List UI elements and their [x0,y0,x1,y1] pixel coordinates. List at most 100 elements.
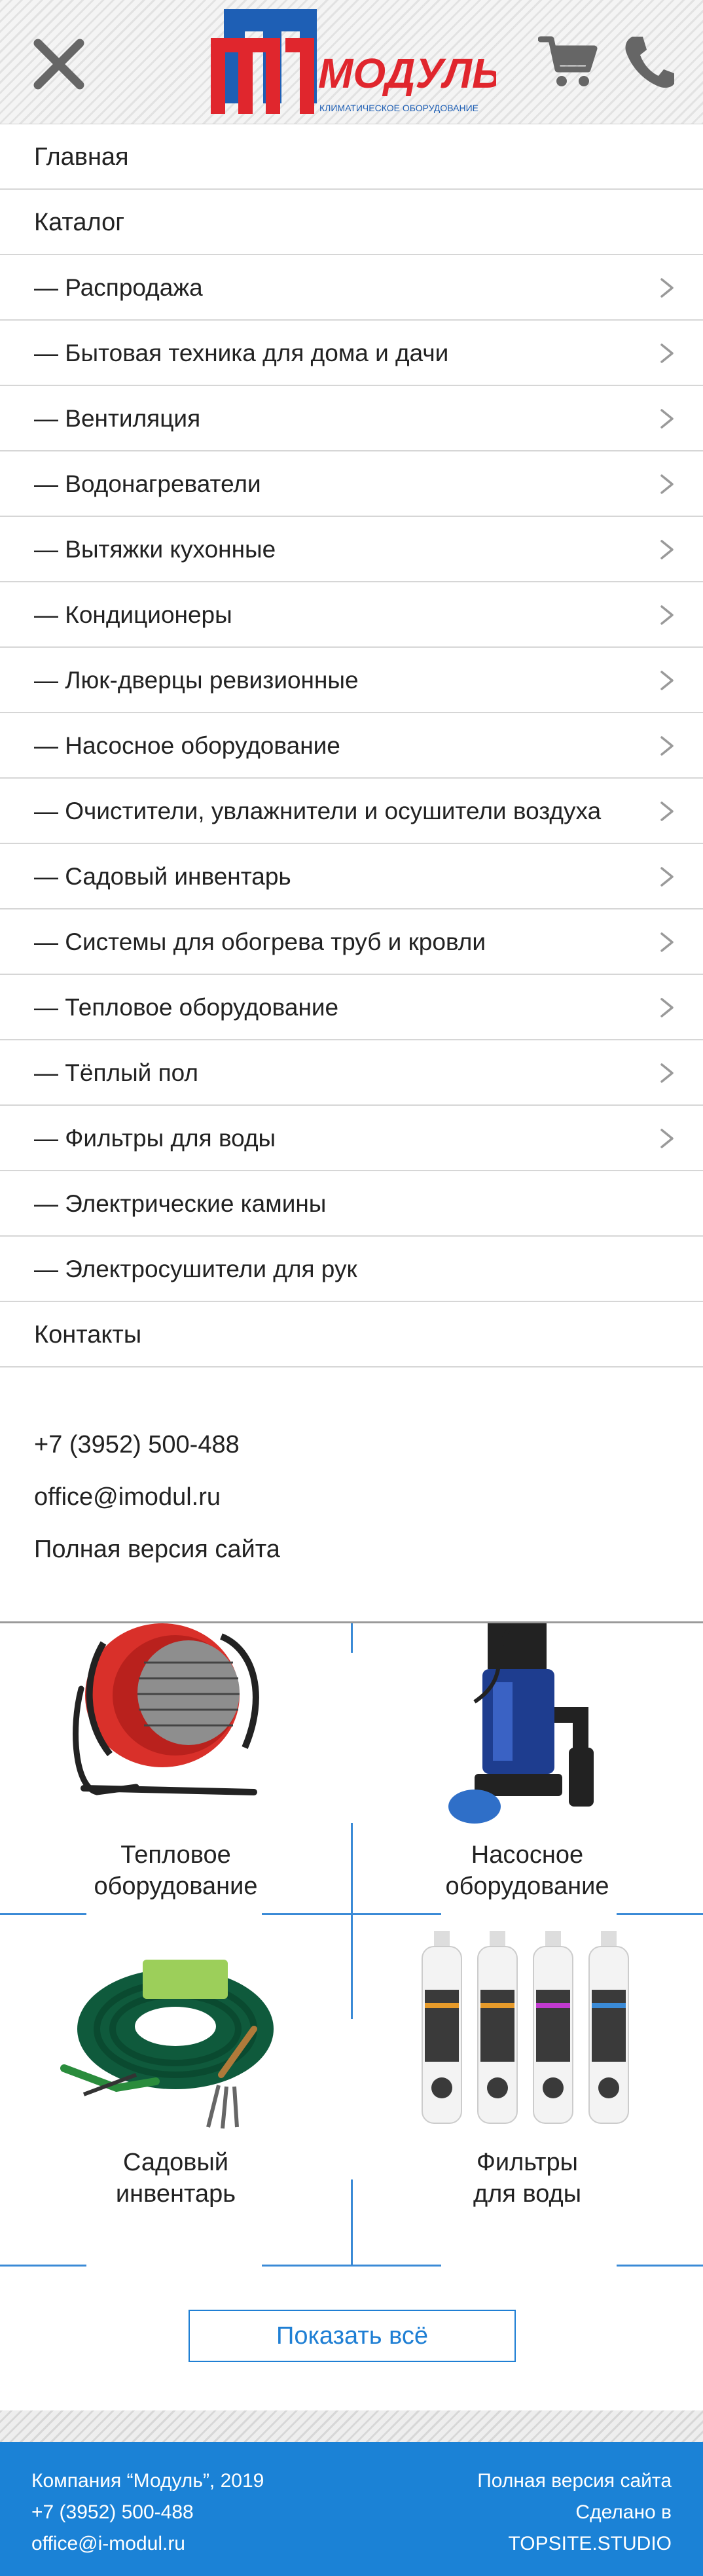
menu-item-category[interactable]: — Люк-дверцы ревизионные [0,648,703,713]
grid-divider [351,1823,353,2019]
menu-item-category[interactable]: — Электросушители для рук [0,1237,703,1302]
chevron-right-icon[interactable] [658,997,676,1018]
menu-item-label: — Люк-дверцы ревизионные [34,667,359,694]
footer-full-version-link[interactable]: Полная версия сайта [477,2465,672,2497]
cart-button[interactable] [537,34,598,89]
grid-divider [262,2265,441,2267]
chevron-right-icon[interactable] [658,735,676,756]
chevron-right-icon[interactable] [658,932,676,953]
menu-item-label: — Бытовая техника для дома и дачи [34,340,449,366]
chevron-right-icon[interactable] [658,343,676,364]
footer-studio-link[interactable]: TOPSITE.STUDIO [477,2528,672,2560]
chevron-right-icon[interactable] [658,866,676,887]
menu-item-label: — Вентиляция [34,405,201,432]
footer-email-link[interactable]: office@i-modul.ru [31,2528,264,2560]
menu-item-category[interactable]: — Очистители, увлажнители и осушители во… [0,779,703,844]
menu-item-category[interactable]: — Насосное оборудование [0,713,703,779]
menu-item-label: — Тепловое оборудование [34,994,339,1021]
contact-phone-link[interactable]: +7 (3952) 500-488 [34,1419,662,1471]
category-title: Насосное оборудование [445,1841,609,1900]
menu-item-category[interactable]: — Тепловое оборудование [0,975,703,1040]
chevron-right-icon[interactable] [658,605,676,626]
footer-stripe [0,2410,703,2442]
footer-copyright: Компания “Модуль”, 2019 [31,2470,264,2492]
heat-gun-image [73,1623,259,1795]
menu-item-label: Контакты [34,1321,142,1349]
menu-item-contacts[interactable]: Контакты [0,1302,703,1367]
menu-item-category[interactable]: — Электрические камины [0,1171,703,1237]
footer-made-in: Сделано в [575,2501,672,2523]
menu-item-category[interactable]: — Распродажа [0,255,703,321]
menu-item-category[interactable]: — Садовый инвентарь [0,844,703,909]
menu-item-home[interactable]: Главная [0,124,703,190]
menu-item-label: — Системы для обогрева труб и кровли [34,928,486,955]
menu-item-category[interactable]: — Фильтры для воды [0,1106,703,1171]
chevron-right-icon[interactable] [658,1128,676,1149]
menu-item-category[interactable]: — Бытовая техника для дома и дачи [0,321,703,386]
chevron-right-icon[interactable] [658,1063,676,1084]
menu-item-label: — Насосное оборудование [34,732,340,759]
grid-divider [262,1913,441,1915]
menu-item-label: — Вытяжки кухонные [34,536,276,563]
phone-button[interactable] [623,34,676,89]
water-filter-image [422,1931,629,2124]
menu-item-label: — Садовый инвентарь [34,863,291,890]
chevron-right-icon[interactable] [658,474,676,495]
category-title: Садовый инвентарь [115,2149,236,2208]
chevron-right-icon[interactable] [658,539,676,560]
main-menu: Главная Каталог — Распродажа — Бытовая те… [0,124,703,1367]
category-card-heat[interactable]: Тепловое оборудование [0,1623,352,1977]
category-title: Фильтры для воды [473,2149,582,2208]
water-pump-image [448,1623,594,1824]
menu-item-catalog[interactable]: Каталог [0,190,703,255]
menu-item-label: — Водонагреватели [34,470,261,497]
logo-brand: МОДУЛЬ [318,50,496,97]
logo-tagline: КЛИМАТИЧЕСКОЕ ОБОРУДОВАНИЕ [319,103,478,113]
phone-icon [625,37,674,88]
filter-cartridges [422,1931,629,2124]
menu-item-category[interactable]: — Водонагреватели [0,451,703,517]
menu-item-label: — Кондиционеры [34,601,232,628]
grid-divider [351,1623,353,1653]
full-version-link[interactable]: Полная версия сайта [34,1523,662,1576]
menu-item-label: — Распродажа [34,274,203,301]
footer-left: Компания “Модуль”, 2019 +7 (3952) 500-48… [31,2465,264,2560]
category-card-garden[interactable]: Садовый инвентарь [0,1931,352,2284]
modul-logo: МОДУЛЬ КЛИМАТИЧЕСКОЕ ОБОРУДОВАНИЕ [211,9,501,114]
category-card-filters[interactable]: Фильтры для воды [352,1931,703,2284]
menu-item-category[interactable]: — Тёплый пол [0,1040,703,1106]
contact-email-link[interactable]: office@imodul.ru [34,1471,662,1523]
show-all-button[interactable]: Показать всё [189,2310,516,2362]
category-title: Тепловое оборудование [94,1841,258,1900]
menu-item-label: — Электросушители для рук [34,1256,357,1282]
menu-item-label: Каталог [34,209,125,236]
chevron-right-icon[interactable] [658,670,676,691]
menu-item-label: — Тёплый пол [34,1059,199,1086]
menu-item-label: — Фильтры для воды [34,1125,276,1152]
garden-hose-image [60,1960,274,2129]
logo[interactable]: МОДУЛЬ КЛИМАТИЧЕСКОЕ ОБОРУДОВАНИЕ [208,5,501,118]
grid-divider [0,2265,86,2267]
category-grid: Тепловое оборудование Насосное оборудова… [0,1623,703,2278]
grid-divider [351,2179,353,2266]
menu-item-category[interactable]: — Кондиционеры [0,582,703,648]
footer-right: Полная версия сайта Сделано в TOPSITE.ST… [477,2465,672,2560]
contacts-block: +7 (3952) 500-488 office@imodul.ru Полна… [34,1419,662,1576]
chevron-right-icon[interactable] [658,277,676,298]
close-icon [33,39,84,90]
menu-item-category[interactable]: — Вентиляция [0,386,703,451]
category-card-pump[interactable]: Насосное оборудование [352,1623,703,1977]
grid-divider [617,1913,703,1915]
menu-item-label: — Электрические камины [34,1190,327,1217]
footer-phone-link[interactable]: +7 (3952) 500-488 [31,2497,264,2528]
menu-item-category[interactable]: — Вытяжки кухонные [0,517,703,582]
footer: Компания “Модуль”, 2019 +7 (3952) 500-48… [0,2442,703,2576]
menu-item-label: — Очистители, увлажнители и осушители во… [34,798,602,824]
grid-divider [617,2265,703,2267]
grid-divider [0,1913,86,1915]
menu-item-label: Главная [34,143,129,171]
close-menu-button[interactable] [29,34,89,94]
chevron-right-icon[interactable] [658,408,676,429]
chevron-right-icon[interactable] [658,801,676,822]
menu-item-category[interactable]: — Системы для обогрева труб и кровли [0,909,703,975]
